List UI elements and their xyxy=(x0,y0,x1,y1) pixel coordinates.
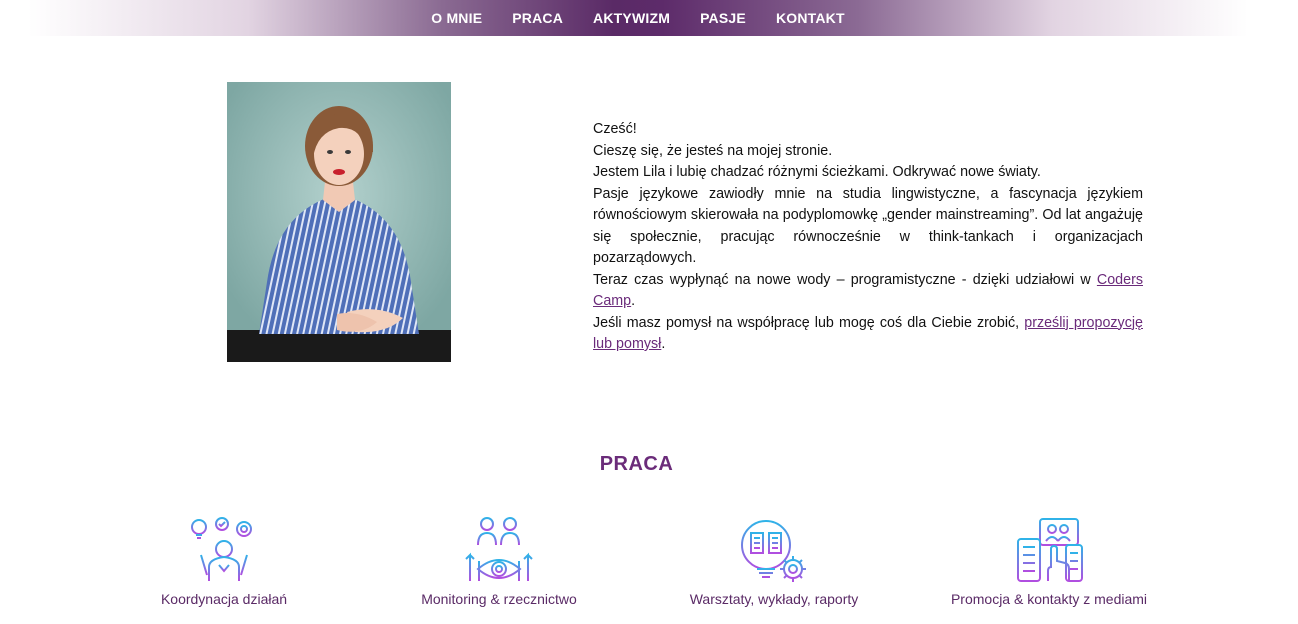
nav-link-aktywizm[interactable]: AKTYWIZM xyxy=(593,10,670,26)
profile-photo xyxy=(227,82,451,362)
workshops-label: Warsztaty, wykłady, raporty xyxy=(689,591,859,607)
intro-text: Cześć! Cieszę się, że jesteś na mojej st… xyxy=(593,119,1143,356)
work-section-title: PRACA xyxy=(599,453,674,475)
intro-greeting: Cześć! xyxy=(593,121,637,137)
nav-link-pasje[interactable]: PASJE xyxy=(700,10,746,26)
media-label: Promocja & kontakty z mediami xyxy=(950,591,1148,607)
coordination-icon xyxy=(191,517,252,581)
portrait-illustration xyxy=(227,82,451,362)
top-navigation: O MNIE PRACA AKTYWIZM PASJE KONTAKT xyxy=(28,0,1248,36)
workshops-icon xyxy=(741,520,806,582)
monitoring-label: Monitoring & rzecznictwo xyxy=(421,591,577,607)
work-card-monitoring: Monitoring & rzecznictwo xyxy=(384,515,614,607)
work-card-coordination: Koordynacja działań xyxy=(109,515,339,607)
intro-line-coding: Teraz czas wypłynąć na nowe wody – progr… xyxy=(593,270,1143,313)
intro-line-contact: Jeśli masz pomysł na współpracę lub mogę… xyxy=(593,313,1143,356)
work-card-media: Promocja & kontakty z mediami xyxy=(934,515,1164,607)
intro-contact-text: Jeśli masz pomysł na współpracę lub mogę… xyxy=(593,314,1020,331)
intro-line-passions: Pasje językowe zawiodły mnie na studia l… xyxy=(593,185,1143,267)
nav-link-kontakt[interactable]: KONTAKT xyxy=(776,10,845,26)
monitoring-icon xyxy=(465,517,533,581)
intro-line-welcome: Cieszę się, że jesteś na mojej stronie. xyxy=(593,142,833,159)
coordination-label: Koordynacja działań xyxy=(160,591,288,607)
media-icon xyxy=(1017,518,1083,582)
work-card-workshops: Warsztaty, wykłady, raporty xyxy=(659,515,889,607)
nav-link-praca[interactable]: PRACA xyxy=(512,10,563,26)
intro-line-about: Jestem Lila i lubię chadzać różnymi ście… xyxy=(593,164,1041,180)
intro-coding-end: . xyxy=(631,293,636,309)
nav-link-o-mnie[interactable]: O MNIE xyxy=(431,10,482,26)
intro-contact-end: . xyxy=(661,336,666,352)
intro-coding-text: Teraz czas wypłynąć na nowe wody – progr… xyxy=(593,271,1091,288)
